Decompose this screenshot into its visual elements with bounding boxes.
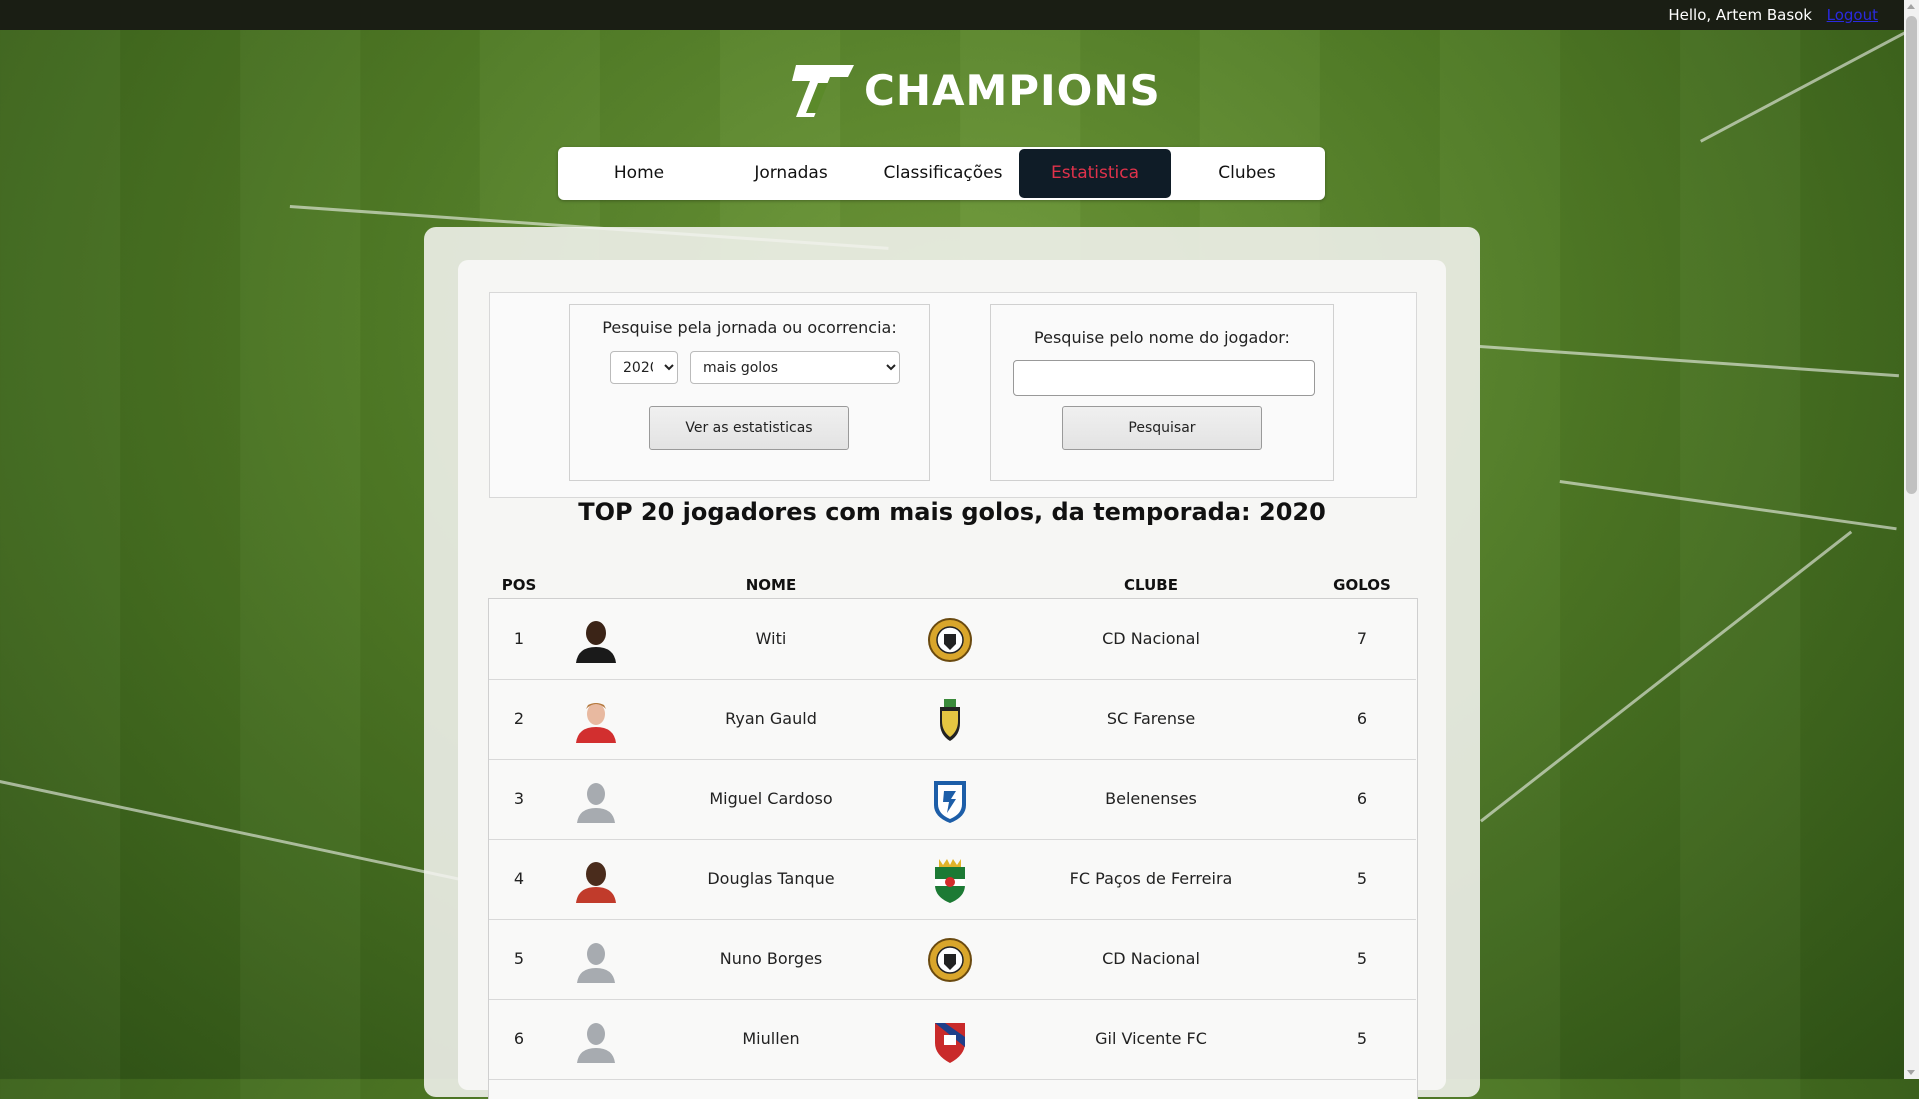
row-pos: 2 xyxy=(513,709,525,728)
top-bar: Hello, Artem Basok Logout xyxy=(0,0,1904,30)
row-club-name: Gil Vicente FC xyxy=(1095,1029,1207,1048)
table-row[interactable]: 5 Nuno Borges CD Nacional 5 xyxy=(489,919,1416,1000)
player-photo xyxy=(574,699,618,743)
stat-type-select[interactable]: mais golos xyxy=(690,351,900,384)
nav-home[interactable]: Home xyxy=(563,149,715,198)
logo-mark-icon xyxy=(782,59,860,121)
row-pos: 5 xyxy=(513,949,525,968)
view-stats-button[interactable]: Ver as estatisticas xyxy=(649,406,849,450)
round-search-label: Pesquise pela jornada ou ocorrencia: xyxy=(602,318,897,337)
row-pos: 4 xyxy=(513,869,525,888)
search-player-button[interactable]: Pesquisar xyxy=(1062,406,1262,450)
field-line xyxy=(1700,17,1919,143)
nav-estatistica[interactable]: Estatistica xyxy=(1019,149,1171,198)
table-row[interactable]: 1 Witi CD Nacional 7 xyxy=(489,599,1416,680)
row-goals: 5 xyxy=(1356,949,1368,968)
field-line xyxy=(1480,530,1853,823)
scrollbar-thumb[interactable] xyxy=(1906,16,1917,494)
row-goals: 6 xyxy=(1356,789,1368,808)
player-photo-placeholder xyxy=(574,779,618,823)
row-player-name: Douglas Tanque xyxy=(707,869,835,888)
table-row[interactable]: 2 Ryan Gauld SC Farense 6 xyxy=(489,679,1416,760)
round-search-box: Pesquise pela jornada ou ocorrencia: 202… xyxy=(569,304,930,481)
stats-title: TOP 20 jogadores com mais golos, da temp… xyxy=(578,498,1326,526)
club-crest-icon xyxy=(927,617,973,663)
scroll-down-icon[interactable] xyxy=(1907,1070,1915,1075)
row-goals: 6 xyxy=(1356,709,1368,728)
col-header-pos: POS xyxy=(501,576,537,594)
nav-classificacoes[interactable]: Classificações xyxy=(867,149,1019,198)
row-pos: 6 xyxy=(513,1029,525,1048)
field-line xyxy=(1479,345,1899,378)
row-player-name: Ryan Gauld xyxy=(725,709,817,728)
row-goals: 7 xyxy=(1356,629,1368,648)
player-search-label: Pesquise pelo nome do jogador: xyxy=(1034,328,1290,347)
brand-name: CHAMPIONS xyxy=(864,65,1161,115)
row-goals: 5 xyxy=(1356,869,1368,888)
row-club-name: CD Nacional xyxy=(1102,629,1200,648)
player-photo-placeholder xyxy=(574,1019,618,1063)
club-crest-icon xyxy=(927,937,973,983)
player-name-input[interactable] xyxy=(1013,360,1315,396)
club-crest-icon xyxy=(927,1017,973,1063)
nav-clubes[interactable]: Clubes xyxy=(1171,149,1323,198)
page-scrollbar[interactable] xyxy=(1904,0,1919,1079)
row-club-name: CD Nacional xyxy=(1102,949,1200,968)
row-player-name: Miullen xyxy=(742,1029,800,1048)
col-header-clube: CLUBE xyxy=(1124,576,1178,594)
player-photo xyxy=(574,619,618,663)
nav-jornadas[interactable]: Jornadas xyxy=(715,149,867,198)
row-pos: 1 xyxy=(513,629,525,648)
col-header-golos: GOLOS xyxy=(1333,576,1391,594)
row-goals: 5 xyxy=(1356,1029,1368,1048)
field-line xyxy=(1559,480,1897,531)
row-player-name: Witi xyxy=(755,629,787,648)
player-photo-placeholder xyxy=(574,939,618,983)
club-crest-icon xyxy=(927,697,973,743)
table-row[interactable]: 3 Miguel Cardoso Belenenses 6 xyxy=(489,759,1416,840)
season-select[interactable]: 2020 xyxy=(610,351,678,384)
brand-logo[interactable]: CHAMPIONS xyxy=(782,58,1161,122)
club-crest-icon xyxy=(927,777,973,823)
table-row[interactable]: 6 Miullen Gil Vicente FC 5 xyxy=(489,999,1416,1080)
row-club-name: Belenenses xyxy=(1105,789,1197,808)
col-header-nome: NOME xyxy=(745,576,797,594)
club-crest-icon xyxy=(927,857,973,903)
table-row[interactable]: 4 Douglas Tanque FC Paços de Ferreira 5 xyxy=(489,839,1416,920)
row-player-name: Miguel Cardoso xyxy=(709,789,833,808)
user-greeting: Hello, Artem Basok xyxy=(1668,6,1812,24)
player-photo xyxy=(574,859,618,903)
row-club-name: SC Farense xyxy=(1106,709,1196,728)
row-club-name: FC Paços de Ferreira xyxy=(1069,869,1233,888)
scroll-up-icon[interactable] xyxy=(1907,4,1915,9)
row-player-name: Nuno Borges xyxy=(719,949,823,968)
row-pos: 3 xyxy=(513,789,525,808)
player-search-box: Pesquise pelo nome do jogador: Pesquisar xyxy=(990,304,1334,481)
logout-link[interactable]: Logout xyxy=(1827,6,1878,24)
main-nav: Home Jornadas Classificações Estatistica… xyxy=(558,147,1325,200)
